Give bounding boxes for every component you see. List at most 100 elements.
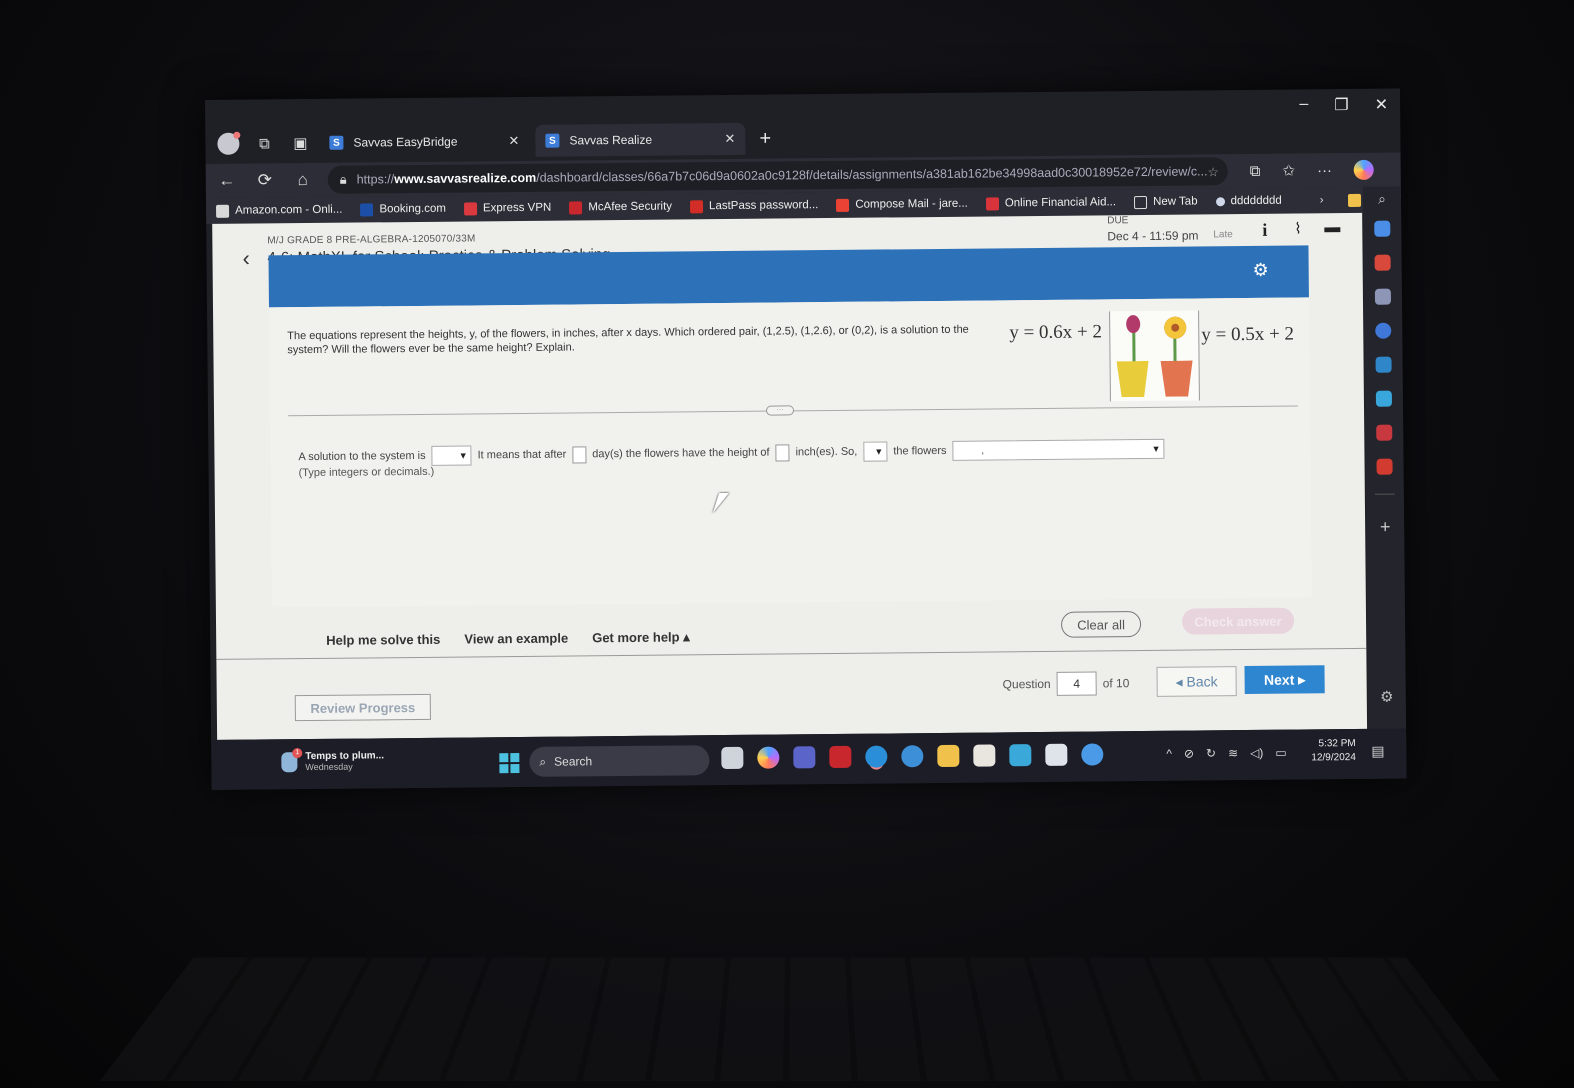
input-hint: (Type integers or decimals.) [298,465,435,480]
copilot-app-icon[interactable] [757,746,780,769]
mcafee-app-icon[interactable] [829,745,852,769]
back-chevron-icon[interactable]: ‹ [242,246,250,272]
mcafee-icon [569,200,583,215]
extensions-icon[interactable]: ⧉ [1250,162,1261,179]
view-example-link[interactable]: View an example [464,631,568,648]
equation-daisy: y = 0.5x + 2 [1201,323,1295,346]
bookmark-booking[interactable]: Booking.com [360,202,446,217]
sidebar-settings-gear-icon[interactable]: ⚙ [1380,688,1394,706]
shopping-tag-icon[interactable] [1374,220,1391,237]
bookmark-dddddddd[interactable]: dddddddd [1215,195,1282,208]
address-bar[interactable]: 🔒︎ https:// www.savvasrealize.com /dashb… [327,157,1228,194]
bookmark-financial-aid[interactable]: Online Financial Aid... [985,196,1116,211]
games-icon[interactable] [1374,288,1392,305]
tab-savvas-realize[interactable]: S Savvas Realize ✕ [535,122,746,157]
solution-dropdown[interactable]: ▼ [431,445,472,466]
bookmark-new-tab[interactable]: New Tab [1133,195,1198,209]
wifi-icon[interactable]: ≋ [1228,746,1238,760]
camera-off-icon[interactable]: ⊘ [1184,747,1194,761]
photo-scene: – ❐ ✕ ⧉ ▣ S Savvas EasyBridge ✕ S Savvas… [0,0,1574,1088]
conclusion-dropdown[interactable]: ▼ [863,441,888,462]
question-number-input[interactable]: 4 [1056,671,1097,696]
due-label: DUE [1107,215,1129,227]
equation-tulip: y = 0.6x + 2 [1009,321,1103,344]
help-me-solve-link[interactable]: Help me solve this [326,632,440,649]
booking-icon [360,202,374,217]
settings-gear-icon[interactable]: ⚙ [1252,260,1268,281]
close-window-button[interactable]: ✕ [1375,95,1389,115]
days-input[interactable] [572,445,587,463]
resize-grip-handle[interactable]: ··· [765,405,795,416]
search-icon[interactable]: ⌕ [1378,191,1386,208]
comments-icon[interactable]: ▬ [1324,219,1340,237]
height-input[interactable] [775,443,790,462]
review-progress-button[interactable]: Review Progress [294,693,431,722]
check-answer-button[interactable]: Check answer [1181,607,1295,635]
bookmark-mcafee[interactable]: McAfee Security [569,200,673,215]
restore-button[interactable]: ❐ [1334,95,1349,115]
lock-icon[interactable]: 🔒︎ [340,172,347,188]
workspaces-icon[interactable]: ⧉ [251,130,277,156]
bookmark-label: Booking.com [379,202,446,216]
favorites-icon[interactable]: ✩ [1282,162,1295,180]
bookmark-lastpass[interactable]: LastPass password... [689,199,818,213]
sync-icon[interactable]: ↻ [1206,746,1216,760]
tab-savvas-easybridge[interactable]: S Savvas EasyBridge ✕ [319,125,529,159]
close-tab-icon[interactable]: ✕ [508,133,519,149]
taskbar-clock[interactable]: 5:32 PM 12/9/2024 [1311,737,1356,765]
media-player-icon[interactable] [1375,322,1392,339]
laptop-keyboard [99,957,1501,1082]
page-icon [1133,195,1148,209]
get-more-help-link[interactable]: Get more help ▴ [592,629,690,646]
tab-actions-icon[interactable]: ▣ [287,130,313,156]
app-r-icon[interactable] [1376,458,1393,475]
info-icon[interactable]: i [1262,220,1267,241]
bookmark-expressvpn[interactable]: Express VPN [463,201,552,216]
volume-icon[interactable]: ◁) [1250,746,1263,760]
weather-widget[interactable]: 1 Temps to plum... Wednesday [281,747,384,772]
minimize-button[interactable]: – [1299,95,1308,115]
copilot-icon[interactable] [1353,159,1375,180]
close-tab-icon[interactable]: ✕ [724,131,735,147]
back-arrow-icon[interactable]: ← [210,171,244,191]
question-navigator: Question 4 of 10 [1003,671,1130,696]
edge-sidebar: ⌕ + ⚙ [1362,186,1407,747]
home-icon[interactable]: ⌂ [286,170,320,190]
windows-start-icon[interactable] [499,753,520,774]
edge-browser-icon[interactable] [865,745,888,768]
more-menu-icon[interactable]: ··· [1317,162,1332,179]
bookmark-gmail[interactable]: Compose Mail - jare... [836,197,968,212]
flowers-dropdown[interactable]: , ▼ [952,438,1165,461]
app-red-icon[interactable] [1376,424,1393,441]
toolbox-icon[interactable] [1374,254,1391,271]
taskbar-search[interactable]: ⌕ Search [529,745,710,777]
tulip-bloom [1126,315,1141,334]
weather-app-icon[interactable] [901,745,924,768]
teams-icon[interactable] [793,746,816,769]
bookmarks-overflow-chevron-icon[interactable]: › [1320,194,1324,206]
tray-overflow-icon[interactable]: ^ [1166,747,1172,761]
telegram-icon[interactable] [1375,390,1392,407]
bookmark-label: McAfee Security [588,200,673,214]
refresh-icon[interactable]: ⟳ [248,170,282,190]
snipping-tool-icon[interactable] [1045,743,1068,766]
clear-all-button[interactable]: Clear all [1060,611,1142,638]
battery-icon[interactable]: ▭ [1275,746,1286,760]
vpn-app-icon[interactable] [1081,743,1104,766]
new-tab-button[interactable]: + [759,127,771,150]
back-button[interactable]: ◂ Back [1156,666,1237,697]
outlook-icon[interactable] [1375,356,1392,373]
profile-button[interactable] [215,131,241,157]
bookmark-amazon[interactable]: Amazon.com - Onli... [216,203,342,218]
attachment-icon[interactable]: ⌇ [1294,219,1301,237]
next-button[interactable]: Next ▸ [1244,665,1325,695]
favorite-star-icon[interactable]: ☆ [1207,164,1218,179]
file-explorer-icon[interactable] [937,744,960,767]
health-app-icon[interactable] [1009,744,1032,767]
notification-center-icon[interactable]: ▤ [1371,743,1384,760]
late-badge: Late [1213,229,1233,241]
answer-text-4: inch(es). So, [795,445,858,459]
task-view-icon[interactable] [721,746,744,770]
add-sidebar-app-icon[interactable]: + [1380,517,1391,538]
microsoft-store-icon[interactable] [973,744,996,767]
